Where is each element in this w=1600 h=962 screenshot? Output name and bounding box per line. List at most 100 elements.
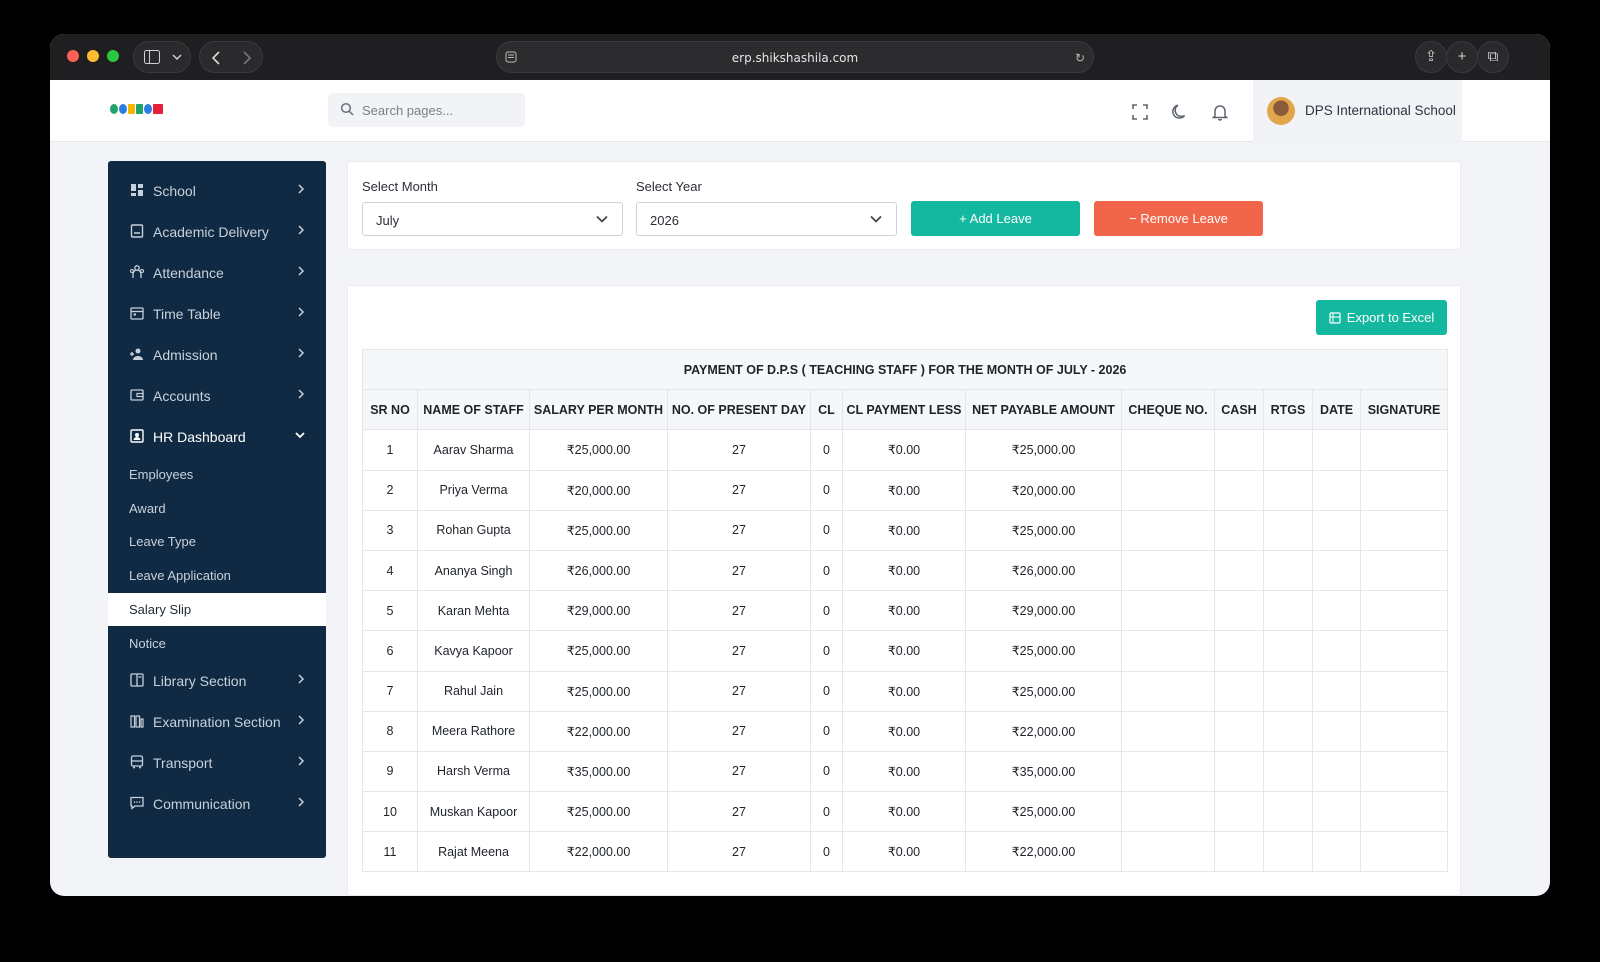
- table-cell: [1263, 710, 1313, 752]
- sidebar-item-label: Time Table: [153, 306, 221, 322]
- table-cell: [1214, 590, 1264, 632]
- plus-icon: +: [1457, 48, 1467, 65]
- sidebar-subitem-label: Salary Slip: [129, 602, 192, 617]
- month-label: Select Month: [362, 179, 438, 194]
- table-cell: ₹22,000.00: [529, 710, 668, 752]
- table-cell: [1214, 750, 1264, 793]
- table-cell: 5: [362, 590, 418, 632]
- sidebar-subitem-award[interactable]: Award: [108, 492, 326, 525]
- exam-icon: [130, 715, 144, 728]
- share-button[interactable]: ⇪: [1415, 41, 1447, 73]
- sidebar-item-academic-delivery[interactable]: Academic Delivery: [108, 211, 326, 251]
- export-excel-button[interactable]: Export to Excel: [1316, 300, 1447, 335]
- table-cell: [1121, 590, 1215, 632]
- sidebar-subitem-employees[interactable]: Employees: [108, 458, 326, 491]
- bell-icon[interactable]: [1210, 102, 1230, 122]
- table-cell: 0: [810, 630, 843, 672]
- table-cell: [1214, 670, 1264, 712]
- table-cell: ₹35,000.00: [529, 750, 668, 793]
- table-cell: [1121, 750, 1215, 793]
- fullscreen-icon[interactable]: [1130, 102, 1150, 122]
- table-cell: ₹0.00: [842, 710, 966, 752]
- back-icon[interactable]: [212, 51, 221, 65]
- table-cell: 4: [362, 549, 418, 592]
- sidebar-item-library-section[interactable]: Library Section: [108, 660, 326, 700]
- bus-icon: [130, 755, 144, 769]
- column-header: CL: [810, 389, 843, 431]
- table-cell: 27: [667, 590, 811, 632]
- month-select[interactable]: July: [362, 202, 623, 236]
- table-cell: [1359, 791, 1449, 833]
- table-cell: 6: [362, 630, 418, 672]
- table-cell: ₹29,000.00: [965, 590, 1122, 632]
- table-cell: 27: [667, 469, 811, 511]
- table-cell: Rohan Gupta: [417, 509, 530, 551]
- table-cell: ₹35,000.00: [965, 750, 1122, 793]
- table-cell: [1214, 549, 1264, 592]
- table-cell: ₹0.00: [842, 630, 966, 672]
- table-row: 6 Kavya Kapoor ₹25,000.00 27 0 ₹0.00 ₹25,000.0…: [362, 630, 1449, 672]
- table-cell: [1263, 670, 1313, 712]
- reload-icon[interactable]: ↻: [1075, 51, 1085, 65]
- sidebar-item-label: Transport: [153, 755, 213, 771]
- wallet-icon: [130, 389, 144, 401]
- column-header: CASH: [1214, 389, 1264, 431]
- chevron-right-icon: [298, 184, 305, 194]
- table-cell: [1121, 469, 1215, 511]
- remove-leave-button[interactable]: − Remove Leave: [1094, 201, 1263, 236]
- table-cell: [1214, 710, 1264, 752]
- table-cell: [1263, 791, 1313, 833]
- zoom-window-button[interactable]: [107, 50, 119, 62]
- sidebar-item-time-table[interactable]: Time Table: [108, 293, 326, 333]
- table-row: 11 Rajat Meena ₹22,000.00 27 0 ₹0.00 ₹22,000.0…: [362, 831, 1449, 873]
- table-cell: ₹22,000.00: [529, 831, 668, 873]
- table-cell: ₹0.00: [842, 590, 966, 632]
- table-cell: Meera Rathore: [417, 710, 530, 752]
- new-tab-button[interactable]: +: [1446, 41, 1478, 73]
- forward-icon[interactable]: [242, 51, 251, 65]
- chevron-right-icon: [298, 307, 305, 317]
- tabs-icon: ⧉: [1487, 48, 1499, 65]
- sidebar-subitem-leave-type[interactable]: Leave Type: [108, 525, 326, 558]
- table-cell: ₹25,000.00: [529, 429, 668, 471]
- salary-table: PAYMENT OF D.P.S ( TEACHING STAFF ) FOR …: [361, 348, 1449, 873]
- table-cell: [1121, 710, 1215, 752]
- table-cell: 27: [667, 509, 811, 551]
- address-bar[interactable]: erp.shikshashila.com ↻: [496, 41, 1094, 73]
- table-cell: 0: [810, 710, 843, 752]
- table-cell: [1359, 549, 1449, 592]
- minimize-window-button[interactable]: [87, 50, 99, 62]
- sidebar-item-school[interactable]: School: [108, 170, 326, 210]
- moon-icon[interactable]: [1170, 102, 1190, 122]
- year-select[interactable]: 2026: [636, 202, 897, 236]
- school-logo[interactable]: [110, 104, 163, 114]
- sidebar-item-transport[interactable]: Transport: [108, 742, 326, 782]
- tab-overview-button[interactable]: ⧉: [1477, 41, 1509, 73]
- table-cell: 27: [667, 791, 811, 833]
- profile-menu[interactable]: DPS International School: [1253, 80, 1462, 142]
- sidebar-subitem-salary-slip[interactable]: Salary Slip: [108, 593, 326, 626]
- table-row: 8 Meera Rathore ₹22,000.00 27 0 ₹0.00 ₹22,000.…: [362, 710, 1449, 752]
- search-input[interactable]: [362, 93, 517, 127]
- sidebar-item-attendance[interactable]: Attendance: [108, 252, 326, 292]
- close-window-button[interactable]: [67, 50, 79, 62]
- sidebar-toggle-button[interactable]: [133, 41, 191, 73]
- table-cell: [1359, 429, 1449, 471]
- table-cell: 1: [362, 429, 418, 471]
- table-cell: 0: [810, 469, 843, 511]
- sidebar-subitem-notice[interactable]: Notice: [108, 627, 326, 660]
- sidebar-item-examination-section[interactable]: Examination Section: [108, 701, 326, 741]
- sidebar-item-admission[interactable]: Admission: [108, 334, 326, 374]
- history-nav: [199, 41, 263, 73]
- sidebar-subitem-label: Leave Application: [129, 568, 231, 583]
- add-leave-button[interactable]: + Add Leave: [911, 201, 1080, 236]
- sidebar-item-accounts[interactable]: Accounts: [108, 375, 326, 415]
- sidebar-item-hr-dashboard[interactable]: HR Dashboard: [108, 416, 326, 456]
- sidebar-item-label: Admission: [153, 347, 218, 363]
- table-cell: [1263, 549, 1313, 592]
- sidebar-item-communication[interactable]: Communication: [108, 783, 326, 823]
- table-cell: 0: [810, 670, 843, 712]
- table-cell: 8: [362, 710, 418, 752]
- sidebar-subitem-leave-application[interactable]: Leave Application: [108, 559, 326, 592]
- table-cell: [1263, 831, 1313, 873]
